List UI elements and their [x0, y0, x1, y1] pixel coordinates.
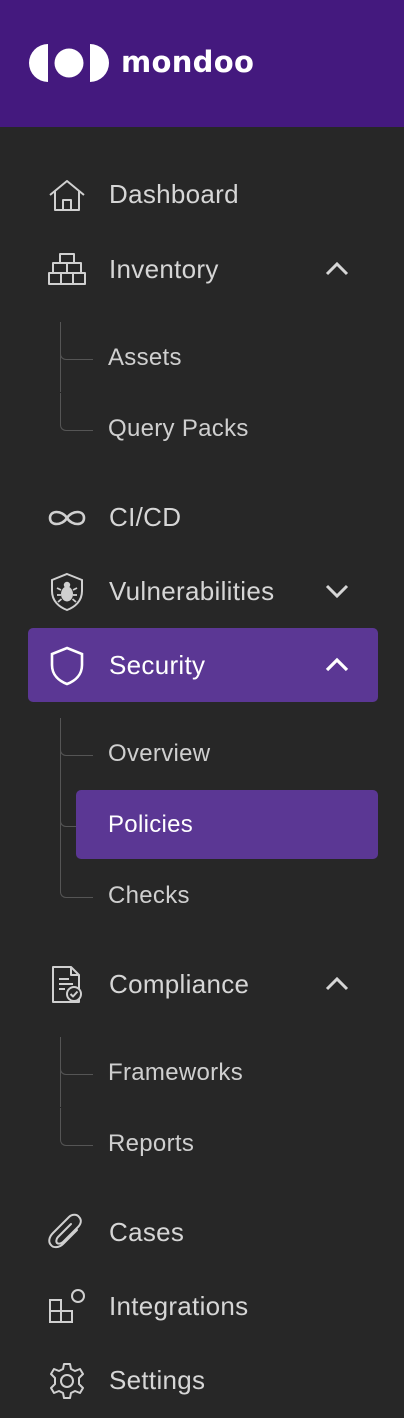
document-check-icon — [47, 965, 87, 1005]
stack-icon — [47, 250, 87, 290]
tree-branch — [60, 322, 93, 360]
chevron-up-icon[interactable] — [324, 257, 350, 281]
nav-item-vulnerabilities[interactable]: Vulnerabilities — [28, 554, 378, 628]
nav-subitem-label: Reports — [108, 1130, 195, 1157]
tree-branch — [60, 1108, 93, 1146]
nav-item-cicd[interactable]: CI/CD — [28, 480, 378, 554]
nav-item-cases[interactable]: Cases — [28, 1195, 378, 1269]
nav-subitem-label: Checks — [108, 882, 190, 909]
integrations-icon — [47, 1287, 87, 1327]
nav-subitem-label: Policies — [108, 811, 194, 838]
nav-item-inventory[interactable]: Inventory — [28, 232, 378, 306]
shield-bug-icon — [47, 572, 87, 612]
nav-subitem-overview[interactable]: Overview — [60, 718, 378, 789]
nav-label-security: Security — [109, 650, 206, 680]
nav-item-dashboard[interactable]: Dashboard — [28, 157, 378, 231]
nav-label-cases: Cases — [109, 1217, 185, 1247]
tree-branch — [60, 1037, 93, 1075]
brand-header: mondoo — [0, 0, 404, 127]
nav-subitem-checks[interactable]: Checks — [60, 860, 378, 931]
nav-subitem-label: Assets — [108, 344, 182, 371]
paperclip-icon — [47, 1213, 87, 1253]
nav-item-security[interactable]: Security — [28, 628, 378, 702]
nav-label-dashboard: Dashboard — [109, 179, 239, 209]
mondoo-logo-icon[interactable] — [28, 43, 110, 83]
nav-subitem-reports[interactable]: Reports — [60, 1108, 378, 1179]
nav-subitem-policies[interactable]: Policies — [60, 789, 378, 860]
nav-item-settings[interactable]: Settings — [28, 1343, 378, 1417]
chevron-up-icon[interactable] — [324, 653, 350, 677]
nav-subitem-query-packs[interactable]: Query Packs — [60, 393, 378, 464]
nav-subitem-label: Overview — [108, 740, 211, 767]
nav-label-settings: Settings — [109, 1365, 206, 1395]
nav-subitem-label: Query Packs — [108, 415, 249, 442]
nav-subitem-assets[interactable]: Assets — [60, 322, 378, 393]
nav-label-compliance: Compliance — [109, 969, 250, 999]
nav-label-integrations: Integrations — [109, 1291, 249, 1321]
nav-item-compliance[interactable]: Compliance — [28, 947, 378, 1021]
tree-branch — [60, 860, 93, 898]
shield-icon — [47, 646, 87, 686]
infinity-icon — [47, 498, 87, 538]
nav-label-cicd: CI/CD — [109, 502, 182, 532]
chevron-up-icon[interactable] — [324, 972, 350, 996]
tree-branch — [60, 393, 93, 431]
nav-label-inventory: Inventory — [109, 254, 219, 284]
brand-name[interactable]: mondoo — [121, 42, 254, 82]
home-icon — [47, 175, 87, 215]
tree-branch — [60, 718, 93, 756]
nav-subitem-frameworks[interactable]: Frameworks — [60, 1037, 378, 1108]
chevron-down-icon[interactable] — [324, 579, 350, 603]
nav-label-vulnerabilities: Vulnerabilities — [109, 576, 275, 606]
gear-icon — [47, 1361, 87, 1401]
nav-subitem-label: Frameworks — [108, 1059, 244, 1086]
nav-item-integrations[interactable]: Integrations — [28, 1269, 378, 1343]
